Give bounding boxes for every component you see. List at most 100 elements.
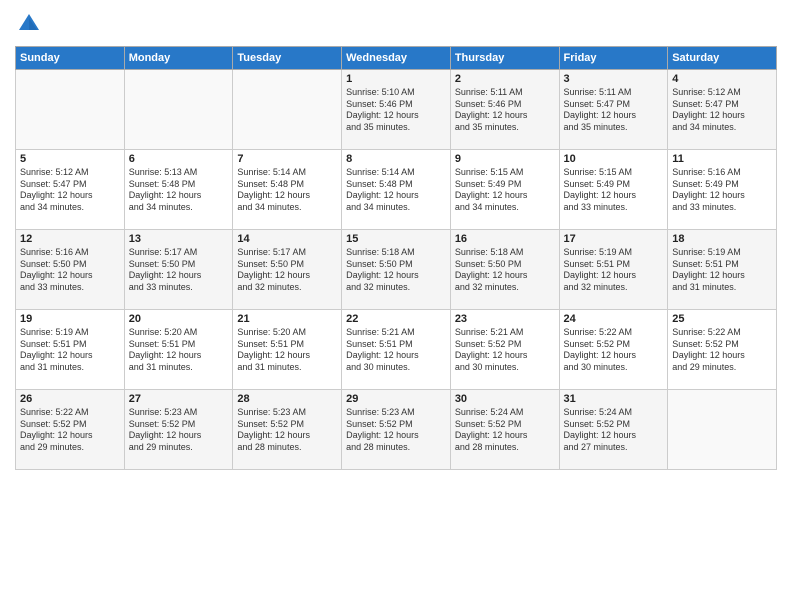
day-content: Sunrise: 5:13 AM Sunset: 5:48 PM Dayligh… [129, 167, 229, 214]
weekday-header-tuesday: Tuesday [233, 47, 342, 70]
calendar-cell: 21 Sunrise: 5:20 AM Sunset: 5:51 PM Dayli… [233, 310, 342, 390]
day-content: Sunrise: 5:24 AM Sunset: 5:52 PM Dayligh… [455, 407, 555, 454]
day-number: 9 [455, 153, 555, 165]
day-number: 12 [20, 233, 120, 245]
calendar-cell: 20Sunrise: 5:20 AM Sunset: 5:51 PM Dayli… [124, 310, 233, 390]
calendar-cell: 18Sunrise: 5:19 AM Sunset: 5:51 PM Dayli… [668, 230, 777, 310]
calendar-table: SundayMondayTuesdayWednesdayThursdayFrid… [15, 46, 777, 470]
day-content: Sunrise: 5:18 AM Sunset: 5:50 PM Dayligh… [346, 247, 446, 294]
calendar-cell: 14 Sunrise: 5:17 AM Sunset: 5:50 PM Dayli… [233, 230, 342, 310]
day-number: 25 [672, 313, 772, 325]
calendar-cell [668, 390, 777, 470]
day-content: Sunrise: 5:17 AM Sunset: 5:50 PM Dayligh… [237, 247, 337, 294]
calendar-cell: 28Sunrise: 5:23 AM Sunset: 5:52 PM Dayli… [233, 390, 342, 470]
calendar-cell: 10 Sunrise: 5:15 AM Sunset: 5:49 PM Dayli… [559, 150, 668, 230]
calendar-cell: 22 Sunrise: 5:21 AM Sunset: 5:51 PM Dayli… [342, 310, 451, 390]
day-number: 21 [237, 313, 337, 325]
calendar-cell: 30 Sunrise: 5:24 AM Sunset: 5:52 PM Dayli… [450, 390, 559, 470]
day-content: Sunrise: 5:17 AM Sunset: 5:50 PM Dayligh… [129, 247, 229, 294]
day-number: 5 [20, 153, 120, 165]
calendar-cell: 13 Sunrise: 5:17 AM Sunset: 5:50 PM Dayli… [124, 230, 233, 310]
day-number: 4 [672, 73, 772, 85]
calendar-cell: 5 Sunrise: 5:12 AM Sunset: 5:47 PM Daylig… [16, 150, 125, 230]
day-number: 8 [346, 153, 446, 165]
weekday-header-thursday: Thursday [450, 47, 559, 70]
day-number: 17 [564, 233, 664, 245]
day-number: 27 [129, 393, 229, 405]
day-content: Sunrise: 5:18 AM Sunset: 5:50 PM Dayligh… [455, 247, 555, 294]
day-number: 14 [237, 233, 337, 245]
calendar-cell: 19 Sunrise: 5:19 AM Sunset: 5:51 PM Dayli… [16, 310, 125, 390]
weekday-header-row: SundayMondayTuesdayWednesdayThursdayFrid… [16, 47, 777, 70]
day-number: 26 [20, 393, 120, 405]
day-content: Sunrise: 5:10 AM Sunset: 5:46 PM Dayligh… [346, 87, 446, 134]
calendar-cell [233, 70, 342, 150]
day-content: Sunrise: 5:15 AM Sunset: 5:49 PM Dayligh… [564, 167, 664, 214]
day-content: Sunrise: 5:21 AM Sunset: 5:52 PM Dayligh… [455, 327, 555, 374]
calendar-cell: 12 Sunrise: 5:16 AM Sunset: 5:50 PM Dayli… [16, 230, 125, 310]
day-content: Sunrise: 5:23 AM Sunset: 5:52 PM Dayligh… [129, 407, 229, 454]
day-number: 3 [564, 73, 664, 85]
day-content: Sunrise: 5:15 AM Sunset: 5:49 PM Dayligh… [455, 167, 555, 214]
day-content: Sunrise: 5:24 AM Sunset: 5:52 PM Dayligh… [564, 407, 664, 454]
day-number: 19 [20, 313, 120, 325]
day-content: Sunrise: 5:11 AM Sunset: 5:46 PM Dayligh… [455, 87, 555, 134]
day-number: 24 [564, 313, 664, 325]
calendar-cell: 4 Sunrise: 5:12 AM Sunset: 5:47 PM Daylig… [668, 70, 777, 150]
day-number: 16 [455, 233, 555, 245]
day-content: Sunrise: 5:16 AM Sunset: 5:50 PM Dayligh… [20, 247, 120, 294]
day-number: 2 [455, 73, 555, 85]
calendar-cell: 8 Sunrise: 5:14 AM Sunset: 5:48 PM Daylig… [342, 150, 451, 230]
weekday-header-saturday: Saturday [668, 47, 777, 70]
calendar-cell: 11Sunrise: 5:16 AM Sunset: 5:49 PM Dayli… [668, 150, 777, 230]
weekday-header-sunday: Sunday [16, 47, 125, 70]
day-number: 15 [346, 233, 446, 245]
day-content: Sunrise: 5:20 AM Sunset: 5:51 PM Dayligh… [129, 327, 229, 374]
day-number: 29 [346, 393, 446, 405]
day-content: Sunrise: 5:19 AM Sunset: 5:51 PM Dayligh… [20, 327, 120, 374]
weekday-header-monday: Monday [124, 47, 233, 70]
calendar-cell: 15 Sunrise: 5:18 AM Sunset: 5:50 PM Dayli… [342, 230, 451, 310]
calendar-cell: 29 Sunrise: 5:23 AM Sunset: 5:52 PM Dayli… [342, 390, 451, 470]
day-content: Sunrise: 5:12 AM Sunset: 5:47 PM Dayligh… [672, 87, 772, 134]
day-content: Sunrise: 5:22 AM Sunset: 5:52 PM Dayligh… [20, 407, 120, 454]
day-content: Sunrise: 5:23 AM Sunset: 5:52 PM Dayligh… [346, 407, 446, 454]
day-content: Sunrise: 5:21 AM Sunset: 5:51 PM Dayligh… [346, 327, 446, 374]
day-content: Sunrise: 5:20 AM Sunset: 5:51 PM Dayligh… [237, 327, 337, 374]
week-row-3: 19 Sunrise: 5:19 AM Sunset: 5:51 PM Dayli… [16, 310, 777, 390]
calendar-cell: 3 Sunrise: 5:11 AM Sunset: 5:47 PM Daylig… [559, 70, 668, 150]
weekday-header-friday: Friday [559, 47, 668, 70]
week-row-4: 26 Sunrise: 5:22 AM Sunset: 5:52 PM Dayli… [16, 390, 777, 470]
calendar-cell [16, 70, 125, 150]
calendar-cell: 25Sunrise: 5:22 AM Sunset: 5:52 PM Dayli… [668, 310, 777, 390]
day-number: 10 [564, 153, 664, 165]
day-number: 30 [455, 393, 555, 405]
day-number: 31 [564, 393, 664, 405]
calendar-cell: 1 Sunrise: 5:10 AM Sunset: 5:46 PM Daylig… [342, 70, 451, 150]
calendar-cell: 9 Sunrise: 5:15 AM Sunset: 5:49 PM Daylig… [450, 150, 559, 230]
calendar-cell: 24 Sunrise: 5:22 AM Sunset: 5:52 PM Dayli… [559, 310, 668, 390]
day-number: 13 [129, 233, 229, 245]
calendar-cell: 26 Sunrise: 5:22 AM Sunset: 5:52 PM Dayli… [16, 390, 125, 470]
day-content: Sunrise: 5:11 AM Sunset: 5:47 PM Dayligh… [564, 87, 664, 134]
calendar-cell: 7 Sunrise: 5:14 AM Sunset: 5:48 PM Daylig… [233, 150, 342, 230]
week-row-0: 1 Sunrise: 5:10 AM Sunset: 5:46 PM Daylig… [16, 70, 777, 150]
weekday-header-wednesday: Wednesday [342, 47, 451, 70]
day-content: Sunrise: 5:14 AM Sunset: 5:48 PM Dayligh… [237, 167, 337, 214]
day-content: Sunrise: 5:22 AM Sunset: 5:52 PM Dayligh… [564, 327, 664, 374]
calendar-cell: 27 Sunrise: 5:23 AM Sunset: 5:52 PM Dayli… [124, 390, 233, 470]
day-content: Sunrise: 5:14 AM Sunset: 5:48 PM Dayligh… [346, 167, 446, 214]
day-content: Sunrise: 5:23 AM Sunset: 5:52 PM Dayligh… [237, 407, 337, 454]
day-content: Sunrise: 5:12 AM Sunset: 5:47 PM Dayligh… [20, 167, 120, 214]
day-number: 18 [672, 233, 772, 245]
calendar-cell: 17 Sunrise: 5:19 AM Sunset: 5:51 PM Dayli… [559, 230, 668, 310]
logo-icon [15, 10, 43, 38]
calendar-cell: 16 Sunrise: 5:18 AM Sunset: 5:50 PM Dayli… [450, 230, 559, 310]
calendar-cell: 2 Sunrise: 5:11 AM Sunset: 5:46 PM Daylig… [450, 70, 559, 150]
day-number: 1 [346, 73, 446, 85]
day-content: Sunrise: 5:19 AM Sunset: 5:51 PM Dayligh… [564, 247, 664, 294]
calendar-page: SundayMondayTuesdayWednesdayThursdayFrid… [0, 0, 792, 612]
day-number: 7 [237, 153, 337, 165]
calendar-cell: 23Sunrise: 5:21 AM Sunset: 5:52 PM Dayli… [450, 310, 559, 390]
day-number: 22 [346, 313, 446, 325]
